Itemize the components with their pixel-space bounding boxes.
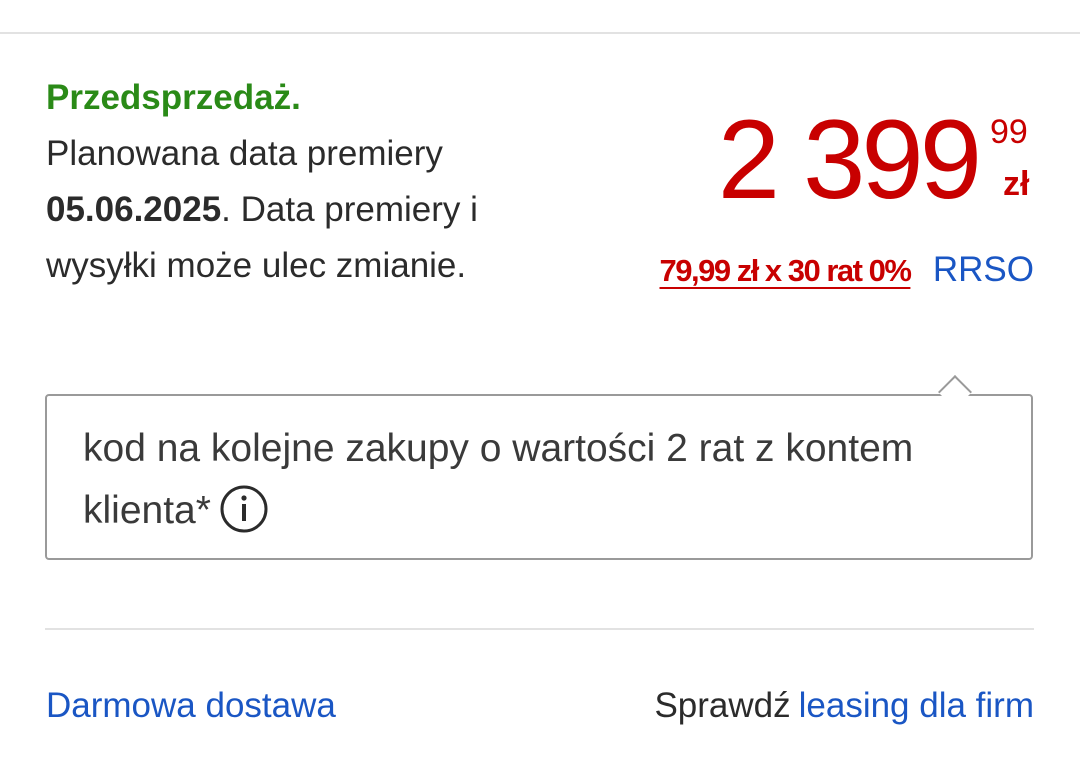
leasing-prefix: Sprawdź bbox=[654, 686, 791, 725]
installment-offer-link[interactable]: 79,99 zł x 30 rat 0% bbox=[660, 253, 912, 288]
price-cents: 99 bbox=[990, 113, 1028, 151]
release-prefix: Planowana data premiery bbox=[46, 134, 443, 173]
rrso-link[interactable]: RRSO bbox=[933, 250, 1034, 289]
release-info: Planowana data premiery 05.06.2025. Data… bbox=[46, 126, 506, 294]
promo-text-container: kod na kolejne zakupy o wartości 2 rat z… bbox=[83, 418, 1003, 542]
leasing-row: Sprawdź leasing dla firm bbox=[654, 684, 1034, 728]
free-delivery-link[interactable]: Darmowa dostawa bbox=[46, 684, 336, 728]
section-divider bbox=[45, 628, 1034, 630]
release-date: 05.06.2025 bbox=[46, 190, 222, 229]
leasing-link[interactable]: leasing dla firm bbox=[799, 686, 1034, 725]
info-circle-icon[interactable] bbox=[219, 484, 269, 534]
availability-status: Przedsprzedaż. bbox=[46, 78, 301, 117]
price-main: 2 399 bbox=[717, 97, 982, 222]
price-currency: zł bbox=[1003, 165, 1030, 203]
promo-box: kod na kolejne zakupy o wartości 2 rat z… bbox=[45, 394, 1033, 560]
installment-row: 79,99 zł x 30 rat 0% RRSO bbox=[660, 248, 1035, 299]
promo-text: kod na kolejne zakupy o wartości 2 rat z… bbox=[83, 427, 914, 532]
top-divider bbox=[0, 32, 1080, 34]
